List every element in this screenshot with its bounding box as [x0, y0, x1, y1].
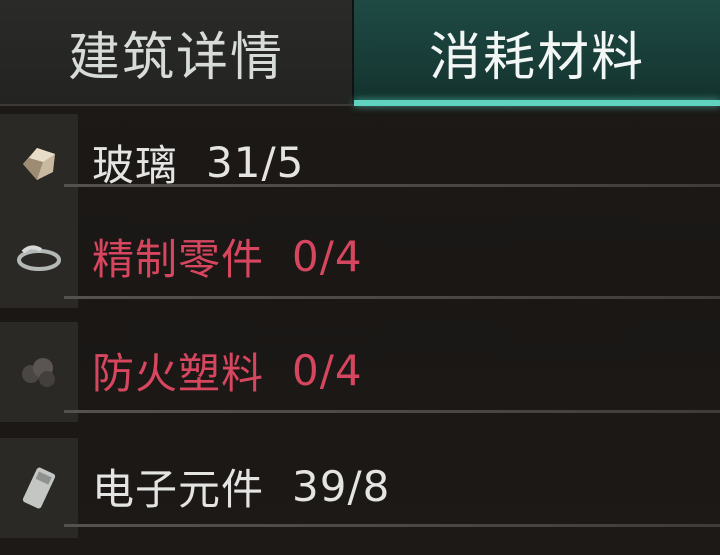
material-count: 31/5	[206, 137, 305, 187]
refined-parts-icon	[17, 245, 61, 271]
material-count: 39/8	[292, 461, 391, 511]
tab-bar: 建筑详情 消耗材料	[0, 0, 720, 110]
glass-icon	[23, 148, 55, 180]
material-icon-slot	[0, 322, 78, 422]
row-divider	[64, 296, 720, 299]
tab-consumed-materials[interactable]: 消耗材料	[354, 0, 720, 104]
row-divider	[64, 184, 720, 187]
row-divider	[64, 524, 720, 527]
material-name: 防火塑料	[92, 348, 265, 398]
tab-consumed-materials-label: 消耗材料	[428, 27, 645, 88]
row-divider	[64, 410, 720, 413]
materials-panel: 建筑详情 消耗材料 玻璃 31/5 精制零件 0/4 防火塑料 0/4 电子元件…	[0, 0, 720, 555]
fireproof-plastic-icon	[22, 358, 55, 387]
material-icon-slot	[0, 438, 78, 538]
tab-building-details-label: 建筑详情	[67, 27, 284, 88]
material-name: 电子元件	[92, 464, 265, 514]
material-icon-slot	[0, 114, 78, 214]
material-name: 精制零件	[92, 234, 265, 284]
material-icon-slot	[0, 208, 78, 308]
material-count: 0/4	[292, 345, 363, 395]
material-count: 0/4	[292, 231, 363, 281]
tab-building-details[interactable]: 建筑详情	[0, 0, 352, 104]
electronic-component-icon	[22, 467, 56, 509]
